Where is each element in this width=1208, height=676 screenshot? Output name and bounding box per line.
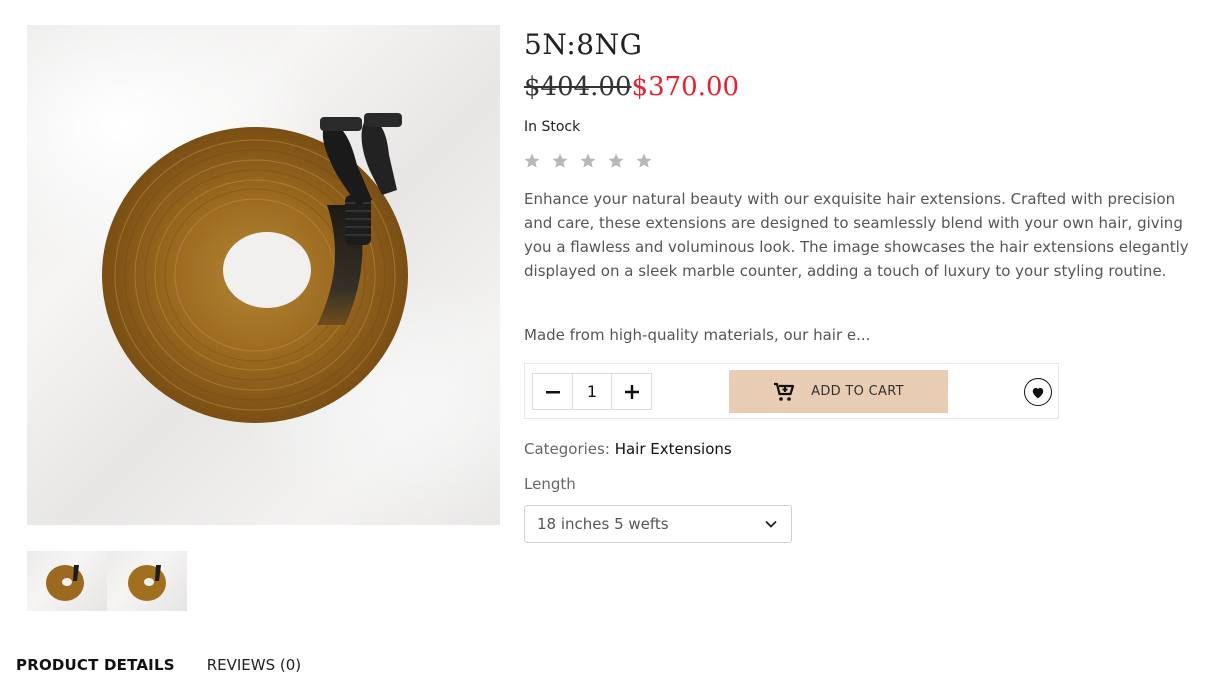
- quantity-input[interactable]: [572, 374, 612, 409]
- add-to-cart-label: ADD TO CART: [811, 384, 904, 399]
- tab-reviews[interactable]: REVIEWS (0): [207, 656, 301, 674]
- star-icon: [524, 153, 540, 168]
- length-select[interactable]: 18 inches 5 wefts: [524, 505, 792, 543]
- product-description: Enhance your natural beauty with our exq…: [524, 190, 1189, 280]
- product-excerpt: Made from high-quality materials, our ha…: [524, 326, 871, 344]
- category-link[interactable]: Hair Extensions: [615, 440, 732, 458]
- star-icon: [580, 153, 596, 168]
- wishlist-button[interactable]: [1024, 378, 1052, 406]
- thumbnail-image: [46, 565, 84, 601]
- star-icon: [636, 153, 652, 168]
- product-price: $404.00$370.00: [524, 72, 739, 102]
- thumbnail-strip: [27, 551, 187, 611]
- star-icon: [552, 153, 568, 168]
- original-price: $404.00: [524, 72, 632, 102]
- chevron-down-icon: [765, 520, 777, 528]
- thumbnail-1[interactable]: [27, 551, 107, 611]
- product-title: 5N:8NG: [524, 28, 643, 61]
- quantity-stepper: [532, 373, 652, 410]
- categories-label: Categories:: [524, 440, 610, 458]
- product-categories: Categories: Hair Extensions: [524, 440, 732, 458]
- hair-bundle-illustration: [102, 113, 408, 423]
- length-selected-value: 18 inches 5 wefts: [537, 515, 669, 533]
- length-label: Length: [524, 475, 576, 493]
- cart-plus-icon: [774, 382, 795, 401]
- stock-status: In Stock: [524, 119, 581, 135]
- thumbnail-image: [128, 565, 166, 601]
- product-tabs: PRODUCT DETAILS REVIEWS (0): [16, 656, 301, 674]
- tab-product-details[interactable]: PRODUCT DETAILS: [16, 656, 175, 674]
- product-main-image[interactable]: [27, 25, 500, 525]
- rating-stars[interactable]: [523, 152, 653, 170]
- thumbnail-2[interactable]: [107, 551, 187, 611]
- add-to-cart-form: ADD TO CART: [524, 363, 1059, 419]
- plus-icon: [624, 384, 639, 399]
- quantity-decrease-button[interactable]: [533, 374, 572, 409]
- add-to-cart-button[interactable]: ADD TO CART: [729, 370, 948, 413]
- sale-price: $370.00: [631, 72, 740, 102]
- minus-icon: [545, 390, 560, 393]
- heart-icon: [1032, 387, 1044, 398]
- star-icon: [608, 153, 624, 168]
- quantity-increase-button[interactable]: [612, 374, 651, 409]
